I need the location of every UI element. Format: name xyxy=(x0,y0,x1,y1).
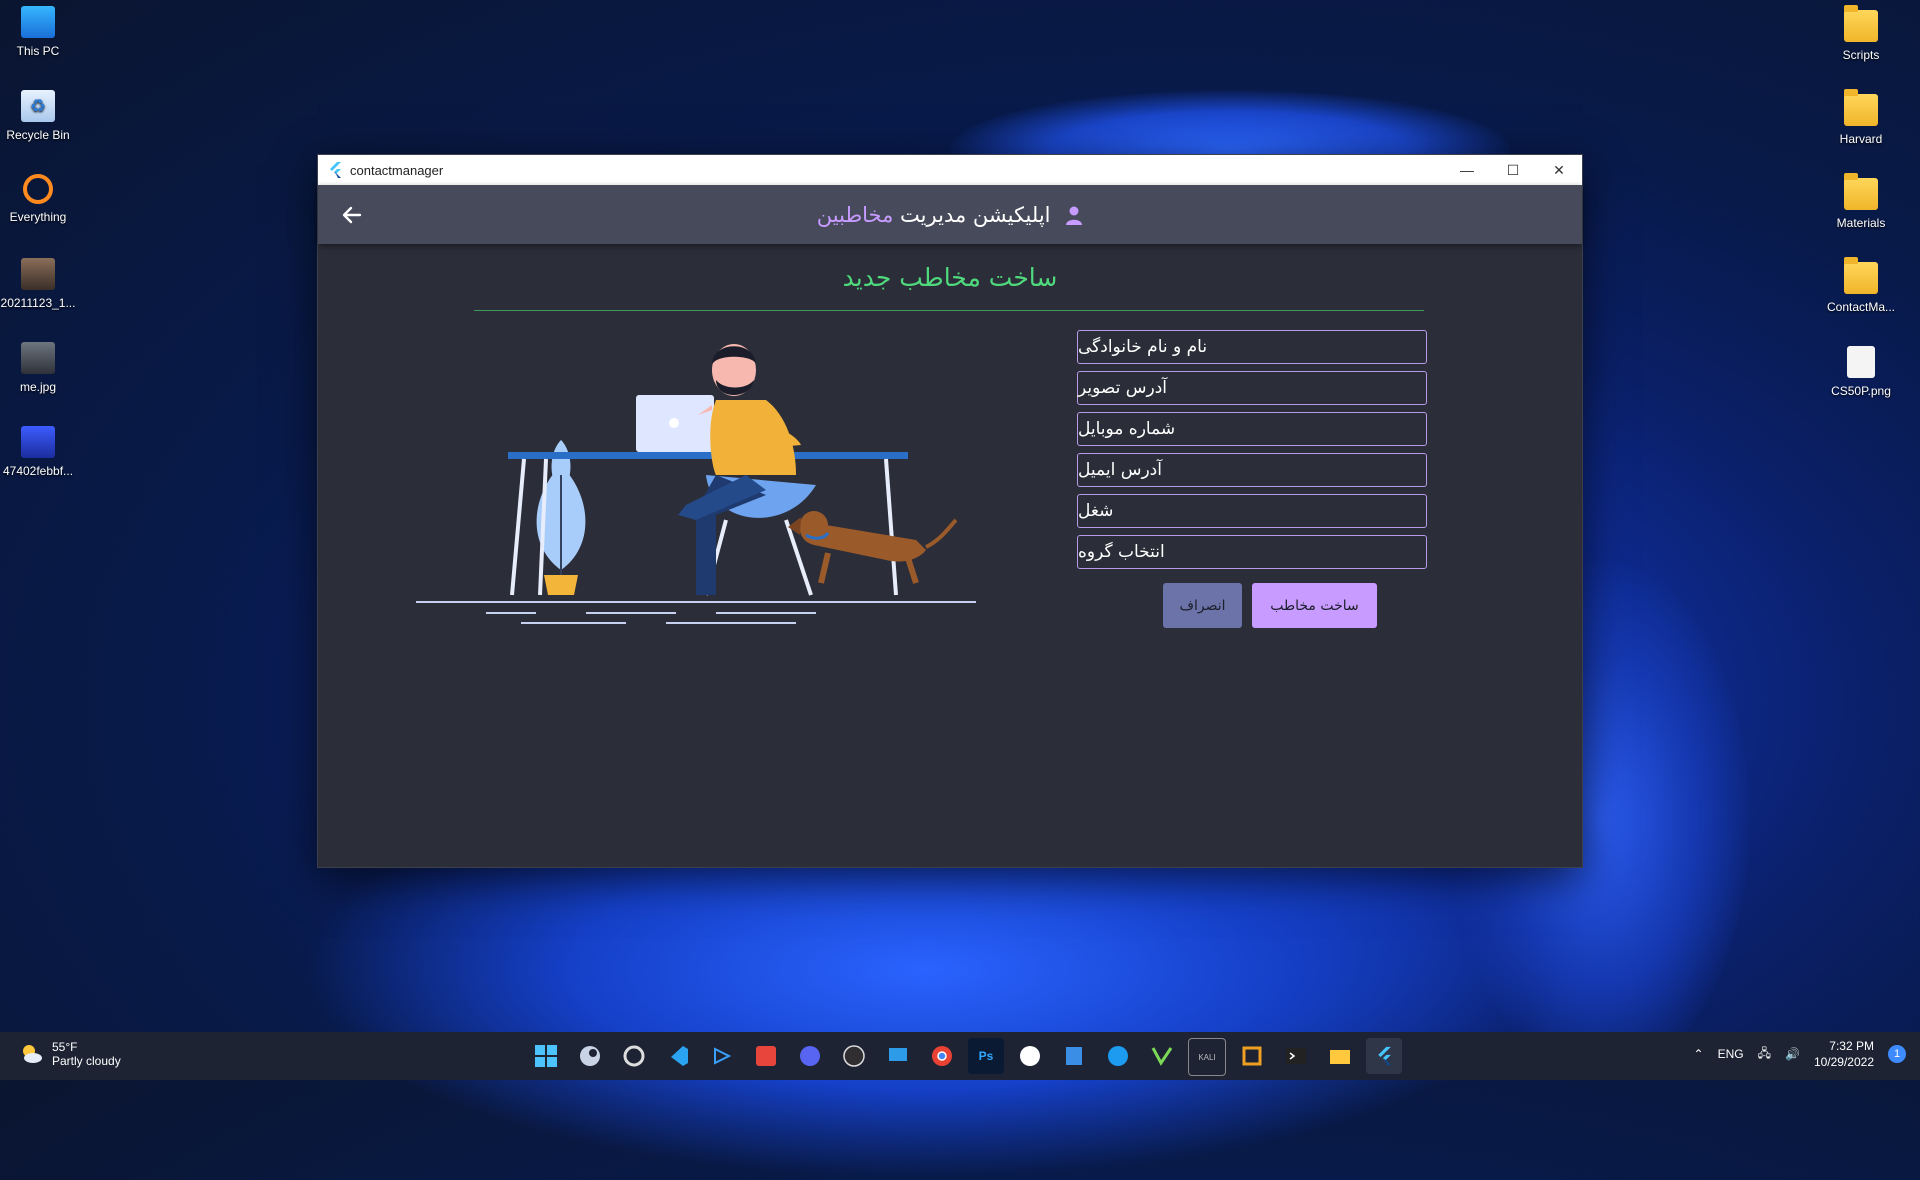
desktop-icon-this-pc[interactable]: This PC xyxy=(0,6,76,58)
notification-badge[interactable]: 1 xyxy=(1888,1045,1906,1063)
maximize-button[interactable]: ☐ xyxy=(1490,155,1536,185)
kali-icon[interactable]: KALI xyxy=(1188,1038,1226,1076)
folder-icon xyxy=(1844,173,1878,210)
desktop-icon-scripts[interactable]: Scripts xyxy=(1823,5,1899,62)
desktop-icon-harvard[interactable]: Harvard xyxy=(1823,89,1899,146)
clock-date: 10/29/2022 xyxy=(1813,1055,1874,1069)
network-icon[interactable]: 🖧 xyxy=(1758,1044,1771,1065)
weather-temperature: 55°F xyxy=(52,1040,78,1054)
windows-start-icon[interactable] xyxy=(528,1038,564,1074)
weather-widget[interactable]: 55°F Partly cloudy xyxy=(18,1040,121,1068)
full-name-field[interactable]: نام و نام خانوادگی xyxy=(1077,330,1427,364)
photoshop-icon[interactable]: Ps xyxy=(968,1038,1004,1074)
app-window: contactmanager — ☐ ✕ اپلیکیشن مدیریت مخا… xyxy=(317,154,1583,868)
desktop-icon-contactmanager[interactable]: ContactMa... xyxy=(1823,257,1899,314)
discord-icon[interactable] xyxy=(792,1038,828,1074)
virtualbox-icon[interactable] xyxy=(1234,1038,1270,1074)
flutter-icon xyxy=(330,162,341,178)
chrome-icon[interactable] xyxy=(924,1038,960,1074)
image-url-field[interactable]: آدرس تصویر xyxy=(1077,371,1427,405)
folder-icon xyxy=(1844,257,1878,294)
desktop-icon-everything[interactable]: Everything xyxy=(0,174,76,224)
title-divider xyxy=(474,310,1424,311)
back-button[interactable] xyxy=(336,199,368,231)
photo-icon xyxy=(21,258,55,290)
desk-illustration xyxy=(416,344,976,624)
app-bar-title-accent: مخاطبین xyxy=(816,202,894,227)
window-titlebar[interactable]: contactmanager — ☐ ✕ xyxy=(318,155,1582,185)
mobile-number-field[interactable]: شماره موبایل xyxy=(1077,412,1427,446)
folder-icon xyxy=(1844,5,1878,42)
vscode-icon[interactable] xyxy=(660,1038,696,1074)
photo-icon xyxy=(21,342,55,374)
taskbar-apps: Ps KALI xyxy=(528,1038,1402,1076)
arrow-left-icon xyxy=(342,206,362,224)
desktop-icon-image-file[interactable]: 47402febbf... xyxy=(0,426,76,478)
obs-icon[interactable] xyxy=(836,1038,872,1074)
minimize-button[interactable]: — xyxy=(1444,155,1490,185)
job-field[interactable]: شغل xyxy=(1077,494,1427,528)
chevron-up-icon[interactable]: ⌃ xyxy=(1694,1047,1704,1061)
page-title: ساخت مخاطب جدید xyxy=(842,263,1058,292)
flutter-icon[interactable] xyxy=(1366,1038,1402,1074)
desktop-icon-me-jpg[interactable]: me.jpg xyxy=(0,342,76,394)
form-buttons: انصراف ساخت مخاطب xyxy=(1163,583,1377,628)
taskbar: 55°F Partly cloudy Ps KALI ⌃ ENG 🖧 🔊 7:3… xyxy=(0,1032,1920,1080)
obs-ring-icon[interactable] xyxy=(616,1038,652,1074)
create-contact-button[interactable]: ساخت مخاطب xyxy=(1252,583,1377,628)
clock-time: 7:32 PM xyxy=(1829,1039,1874,1053)
group-select[interactable]: انتخاب گروه xyxy=(1077,535,1427,569)
recycle-bin-icon: ♻ xyxy=(21,90,55,122)
desktop-icon-photo[interactable]: 20211123_1... xyxy=(0,258,76,310)
system-tray: ⌃ ENG 🖧 🔊 7:32 PM 10/29/2022 1 xyxy=(1694,1038,1906,1070)
app-tile-icon[interactable] xyxy=(1056,1038,1092,1074)
email-field[interactable]: آدرس ایمیل xyxy=(1077,453,1427,487)
close-button[interactable]: ✕ xyxy=(1536,155,1582,185)
image-file-icon xyxy=(21,426,55,458)
weather-condition: Partly cloudy xyxy=(52,1054,121,1068)
monitor-app-icon[interactable] xyxy=(880,1038,916,1074)
language-indicator[interactable]: ENG xyxy=(1718,1047,1744,1061)
docker-icon[interactable] xyxy=(1100,1038,1136,1074)
git-client-icon[interactable] xyxy=(748,1038,784,1074)
file-explorer-icon[interactable] xyxy=(1322,1038,1358,1074)
cancel-button[interactable]: انصراف xyxy=(1163,583,1242,628)
monitor-icon xyxy=(21,6,55,38)
steam-icon[interactable] xyxy=(572,1038,608,1074)
app-bar: اپلیکیشن مدیریت مخاطبین xyxy=(318,185,1582,244)
search-app-icon xyxy=(23,174,53,204)
desktop-icon-materials[interactable]: Materials xyxy=(1823,173,1899,230)
terminal-icon[interactable] xyxy=(1278,1038,1314,1074)
app-bar-title-main: اپلیکیشن مدیریت xyxy=(900,202,1051,227)
partly-cloudy-icon xyxy=(23,1045,42,1063)
person-icon xyxy=(1066,206,1083,225)
volume-icon[interactable]: 🔊 xyxy=(1785,1047,1800,1061)
folder-icon xyxy=(1844,89,1878,126)
png-file-icon xyxy=(1847,346,1875,378)
contact-form: نام و نام خانوادگی آدرس تصویر شماره موبا… xyxy=(1077,330,1427,576)
cloud-app-icon[interactable] xyxy=(1012,1038,1048,1074)
window-title: contactmanager xyxy=(350,162,444,178)
desktop-icon-cs50p-png[interactable]: CS50P.png xyxy=(1823,346,1899,398)
visual-studio-icon[interactable] xyxy=(1144,1038,1180,1074)
code-editor-icon[interactable] xyxy=(704,1038,740,1074)
desktop-icon-recycle-bin[interactable]: ♻ Recycle Bin xyxy=(0,90,76,142)
clock[interactable]: 7:32 PM 10/29/2022 xyxy=(1814,1038,1874,1070)
app-bar-title: اپلیکیشن مدیریت مخاطبین xyxy=(318,203,1582,227)
